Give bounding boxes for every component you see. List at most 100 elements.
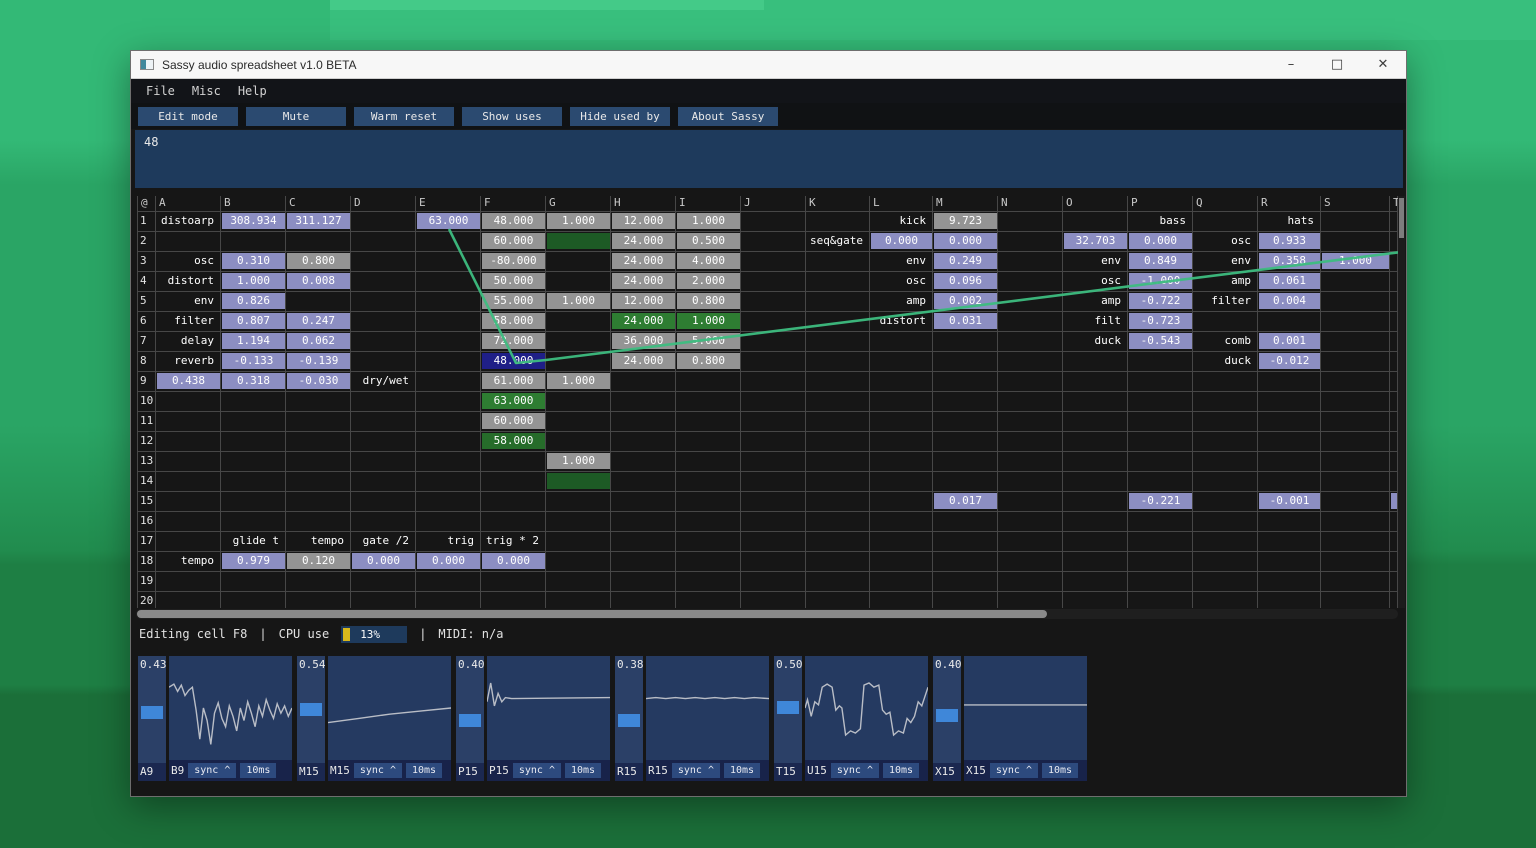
cell-L3[interactable]: env [871,253,932,269]
slider-handle[interactable] [141,706,163,719]
cell-A8[interactable]: reverb [157,353,220,369]
cell-C3[interactable]: 0.800 [287,253,350,269]
cell-C6[interactable]: 0.247 [287,313,350,329]
ms-button[interactable]: 10ms [1042,763,1078,778]
cell-E1[interactable]: 63.000 [417,213,480,229]
cell-R8[interactable]: -0.012 [1259,353,1320,369]
sync-button[interactable]: sync ^ [990,763,1038,778]
cell-F10[interactable]: 63.000 [482,393,545,409]
cell-M2[interactable]: 0.000 [934,233,997,249]
column-header-R[interactable]: R [1261,196,1268,210]
row-header-20[interactable]: 20 [140,591,153,608]
sync-button[interactable]: sync ^ [672,763,720,778]
cell-B18[interactable]: 0.979 [222,553,285,569]
column-header-I[interactable]: I [679,196,686,210]
cell-I7[interactable]: 5.000 [677,333,740,349]
cell-A6[interactable]: filter [157,313,220,329]
edit-mode-button[interactable]: Edit mode [138,107,238,126]
cell-K2[interactable]: seq&gate [807,233,869,249]
column-header-Q[interactable]: Q [1196,196,1203,210]
cell-E18[interactable]: 0.000 [417,553,480,569]
cell-R15[interactable]: -0.001 [1259,493,1320,509]
cell-H2[interactable]: 24.000 [612,233,675,249]
cell-M5[interactable]: 0.002 [934,293,997,309]
cell-F6[interactable]: 58.000 [482,313,545,329]
cell-Q5[interactable]: filter [1194,293,1257,309]
row-header-15[interactable]: 15 [140,491,153,511]
slider-handle[interactable] [618,714,640,727]
show-uses-button[interactable]: Show uses [462,107,562,126]
mute-button[interactable]: Mute [246,107,346,126]
cell-F8[interactable]: 48.000 [482,353,545,369]
cell-F18[interactable]: 0.000 [482,553,545,569]
cell-O6[interactable]: filt [1064,313,1127,329]
formula-input[interactable]: 48 [135,130,1403,188]
row-header-9[interactable]: 9 [140,371,147,391]
cell-F12[interactable]: 58.000 [482,433,545,449]
cell-H1[interactable]: 12.000 [612,213,675,229]
cell-I2[interactable]: 0.500 [677,233,740,249]
row-header-2[interactable]: 2 [140,231,147,251]
column-header-@[interactable]: @ [141,196,148,210]
column-header-N[interactable]: N [1001,196,1008,210]
cell-R7[interactable]: 0.001 [1259,333,1320,349]
cell-F7[interactable]: 72.000 [482,333,545,349]
cell-C9[interactable]: -0.030 [287,373,350,389]
cell-C4[interactable]: 0.008 [287,273,350,289]
cell-A1[interactable]: distoarp [157,213,220,229]
cell-L5[interactable]: amp [871,293,932,309]
cell-M1[interactable]: 9.723 [934,213,997,229]
cell-F3[interactable]: -80.000 [482,253,545,269]
ms-button[interactable]: 10ms [240,763,276,778]
column-header-E[interactable]: E [419,196,426,210]
row-header-8[interactable]: 8 [140,351,147,371]
slider-handle[interactable] [459,714,481,727]
cell-Q7[interactable]: comb [1194,333,1257,349]
cell-I3[interactable]: 4.000 [677,253,740,269]
cell-P15[interactable]: -0.221 [1129,493,1192,509]
cell-L4[interactable]: osc [871,273,932,289]
cell-L2[interactable]: 0.000 [871,233,932,249]
sync-button[interactable]: sync ^ [513,763,561,778]
cell-B8[interactable]: -0.133 [222,353,285,369]
column-header-G[interactable]: G [549,196,556,210]
ms-button[interactable]: 10ms [724,763,760,778]
cell-Q3[interactable]: env [1194,253,1257,269]
cell-P2[interactable]: 0.000 [1129,233,1192,249]
mod-slider-X15[interactable]: 0.40X15 [933,656,961,781]
menu-item-help[interactable]: Help [238,84,267,98]
menu-item-file[interactable]: File [146,84,175,98]
cell-G2[interactable] [547,233,610,249]
cell-O2[interactable]: 32.703 [1064,233,1127,249]
cell-D17[interactable]: gate /2 [352,533,415,549]
cell-F2[interactable]: 60.000 [482,233,545,249]
cell-D18[interactable]: 0.000 [352,553,415,569]
ms-button[interactable]: 10ms [883,763,919,778]
cell-O7[interactable]: duck [1064,333,1127,349]
cell-R2[interactable]: 0.933 [1259,233,1320,249]
cell-P7[interactable]: -0.543 [1129,333,1192,349]
row-header-7[interactable]: 7 [140,331,147,351]
row-header-12[interactable]: 12 [140,431,153,451]
mod-slider-R15[interactable]: 0.38R15 [615,656,643,781]
cell-F1[interactable]: 48.000 [482,213,545,229]
cell-I1[interactable]: 1.000 [677,213,740,229]
cell-I4[interactable]: 2.000 [677,273,740,289]
horizontal-scrollbar-thumb[interactable] [137,610,1047,618]
column-header-D[interactable]: D [354,196,361,210]
cell-P4[interactable]: -1.000 [1129,273,1192,289]
row-header-18[interactable]: 18 [140,551,153,571]
about-sassy-button[interactable]: About Sassy [678,107,778,126]
cell-O5[interactable]: amp [1064,293,1127,309]
cell-B6[interactable]: 0.807 [222,313,285,329]
cell-M4[interactable]: 0.096 [934,273,997,289]
horizontal-scrollbar[interactable] [136,609,1398,619]
cell-H8[interactable]: 24.000 [612,353,675,369]
cell-H5[interactable]: 12.000 [612,293,675,309]
menu-item-misc[interactable]: Misc [192,84,221,98]
cell-A5[interactable]: env [157,293,220,309]
cell-B17[interactable]: glide t [222,533,285,549]
warm-reset-button[interactable]: Warm reset [354,107,454,126]
row-header-4[interactable]: 4 [140,271,147,291]
column-header-A[interactable]: A [159,196,166,210]
